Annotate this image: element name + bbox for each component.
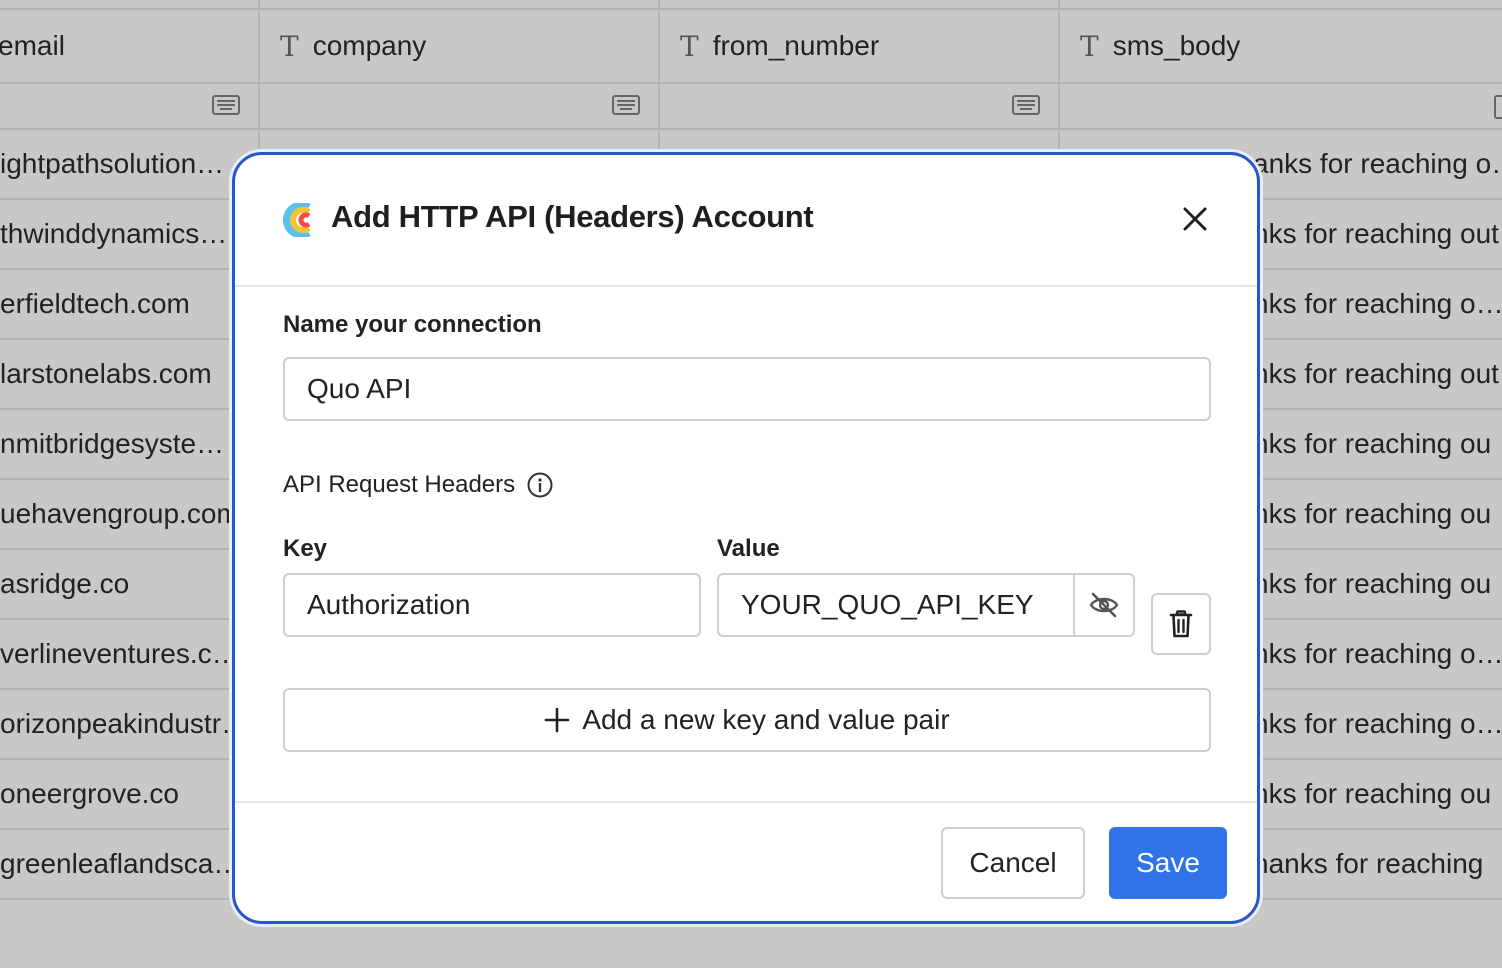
table-cell[interactable]: asridge.co — [0, 550, 258, 620]
header-value-input[interactable] — [741, 589, 1063, 621]
add-account-modal: Add HTTP API (Headers) Account Name your… — [232, 152, 1260, 924]
key-label: Key — [283, 535, 328, 562]
table-cell[interactable]: nks for reaching o… — [1245, 690, 1502, 760]
eye-off-icon — [1089, 592, 1119, 618]
app-logo-icon — [283, 203, 311, 237]
value-label: Value — [717, 535, 780, 562]
table-cell[interactable]: nks for reaching ou — [1245, 410, 1502, 480]
trash-icon — [1169, 610, 1193, 638]
table-cell[interactable]: nks for reaching out — [1245, 340, 1502, 410]
headers-section-label: API Request Headers — [283, 471, 553, 499]
column-header-label: sms_body — [1112, 30, 1241, 61]
column-header-label: email — [0, 30, 65, 61]
table-cell[interactable]: nmitbridgesyste… — [0, 410, 258, 480]
add-pair-label: Add a new key and value pair — [582, 704, 950, 735]
table-cell[interactable]: anks for reaching o… — [1245, 130, 1502, 200]
column-filter[interactable] — [1060, 82, 1502, 130]
column-filter[interactable] — [660, 82, 1058, 130]
column-header-from-number[interactable]: T from_number — [660, 8, 1058, 84]
table-cell[interactable]: larstonelabs.com — [0, 340, 258, 410]
keyboard-icon[interactable] — [1012, 95, 1040, 115]
connection-name-label: Name your connection — [283, 311, 542, 338]
cancel-button[interactable]: Cancel — [941, 827, 1085, 899]
column-filter[interactable] — [260, 82, 658, 130]
table-cell[interactable]: nks for reaching ou — [1245, 480, 1502, 550]
table-cell[interactable]: nks for reaching ou — [1245, 760, 1502, 830]
header-value-field[interactable] — [717, 573, 1135, 637]
table-cell[interactable]: nks for reaching ou — [1245, 550, 1502, 620]
column-header-sms-body[interactable]: T sms_body — [1060, 8, 1502, 84]
text-type-icon: T — [1080, 29, 1099, 63]
table-cell[interactable]: erfieldtech.com — [0, 270, 258, 340]
column-header-label: company — [312, 30, 427, 61]
column-filter[interactable] — [0, 82, 258, 130]
table-cell[interactable]: nks for reaching out — [1245, 200, 1502, 270]
plus-icon — [545, 707, 570, 733]
modal-footer: Cancel Save — [235, 801, 1257, 921]
text-type-icon: T — [280, 29, 299, 63]
connection-name-field[interactable] — [283, 357, 1211, 421]
toggle-visibility-button[interactable] — [1073, 575, 1133, 635]
info-icon[interactable] — [527, 472, 553, 498]
table-cell[interactable]: verlineventures.c… — [0, 620, 258, 690]
header-key-input[interactable] — [307, 589, 677, 621]
delete-header-button[interactable] — [1151, 593, 1211, 655]
header-key-field[interactable] — [283, 573, 701, 637]
column-header-email[interactable]: email — [0, 8, 258, 84]
table-cell[interactable]: orizonpeakindustr… — [0, 690, 258, 760]
table-cell[interactable]: uehavengroup.com — [0, 480, 258, 550]
table-cell[interactable]: nks for reaching o… — [1245, 620, 1502, 690]
table-cell[interactable]: nks for reaching o… — [1245, 270, 1502, 340]
column-header-label: from_number — [712, 30, 880, 61]
modal-title: Add HTTP API (Headers) Account — [331, 199, 814, 234]
table-cell[interactable]: ightpathsolution… — [0, 130, 258, 200]
column-email: email ightpathsolution… thwinddynamics… … — [0, 0, 260, 900]
keyboard-icon[interactable] — [612, 95, 640, 115]
table-cell[interactable]: hanks for reaching — [1245, 830, 1502, 900]
add-key-value-pair-button[interactable]: Add a new key and value pair — [283, 688, 1211, 752]
keyboard-icon[interactable] — [1494, 95, 1502, 119]
keyboard-icon[interactable] — [212, 95, 240, 115]
table-cell[interactable]: greenleaflandsca… — [0, 830, 258, 900]
save-button[interactable]: Save — [1109, 827, 1227, 899]
column-header-company[interactable]: T company — [260, 8, 658, 84]
modal-header: Add HTTP API (Headers) Account — [235, 155, 1257, 287]
table-cell[interactable]: thwinddynamics… — [0, 200, 258, 270]
headers-label: API Request Headers — [283, 471, 516, 498]
table-cell[interactable]: oneergrove.co — [0, 760, 258, 830]
text-type-icon: T — [680, 29, 699, 63]
close-icon[interactable] — [1181, 205, 1209, 233]
connection-name-input[interactable] — [307, 373, 1187, 405]
